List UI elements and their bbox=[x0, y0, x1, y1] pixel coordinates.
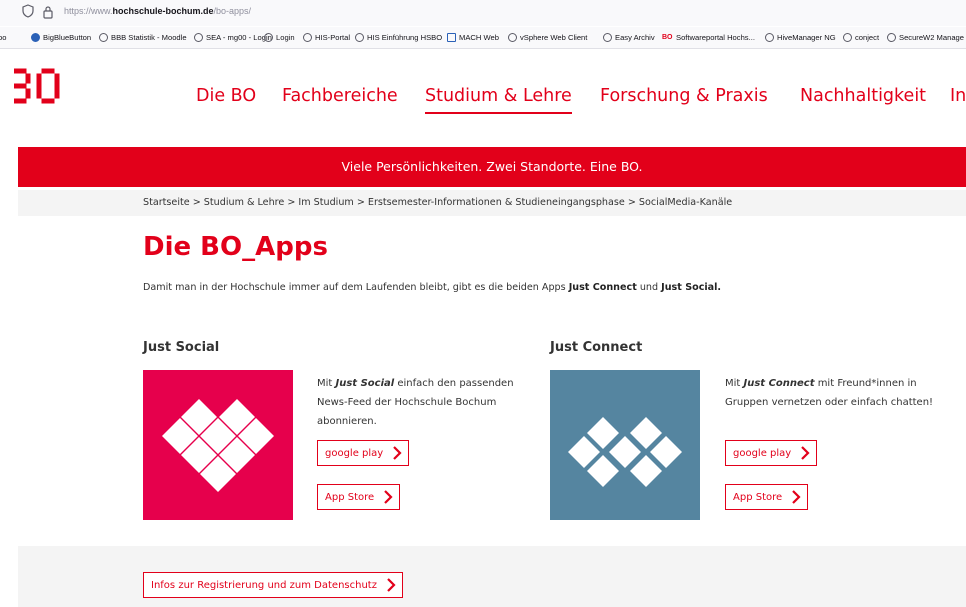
chevron-right-icon bbox=[801, 446, 810, 460]
just-connect-google-play-button[interactable]: google play bbox=[725, 440, 818, 466]
bookmarks-toolbar: bo BigBlueButton BBB Statistik - Moodle … bbox=[0, 27, 966, 49]
globe-icon bbox=[303, 33, 312, 42]
url-text[interactable]: https://www.hochschule-bochum.de/bo-apps… bbox=[64, 6, 251, 16]
app-heading-just-social: Just Social bbox=[143, 340, 220, 355]
just-social-app-icon bbox=[143, 370, 293, 520]
lock-icon[interactable] bbox=[42, 4, 54, 19]
globe-icon bbox=[603, 33, 612, 42]
just-connect-description: Mit Just Connect mit Freund*innen in Gru… bbox=[725, 378, 934, 408]
page-title: Die BO_Apps bbox=[143, 232, 328, 262]
bookmark-item[interactable]: conject bbox=[843, 33, 879, 42]
just-connect-app-icon bbox=[550, 370, 700, 520]
bookmark-item[interactable]: SEA - mg00 - Login bbox=[194, 33, 272, 42]
chevron-right-icon bbox=[384, 490, 393, 504]
just-connect-app-store-button[interactable]: App Store bbox=[725, 484, 809, 510]
globe-icon bbox=[765, 33, 774, 42]
bookmark-item[interactable]: BigBlueButton bbox=[31, 33, 91, 42]
chevron-right-icon bbox=[393, 446, 402, 460]
browser-url-bar[interactable]: https://www.hochschule-bochum.de/bo-apps… bbox=[0, 0, 966, 26]
bookmark-item[interactable]: HIS-Portal bbox=[303, 33, 350, 42]
intro-text: Damit man in der Hochschule immer auf de… bbox=[143, 282, 722, 293]
bookmark-item[interactable]: BO Softwareportal Hochs... bbox=[662, 33, 755, 42]
bookmark-item[interactable]: Easy Archiv bbox=[603, 33, 655, 42]
app-heading-just-connect: Just Connect bbox=[550, 340, 643, 355]
bookmark-item[interactable]: HIS Einführung HSBO bbox=[355, 33, 442, 42]
bookmark-item[interactable]: vSphere Web Client bbox=[508, 33, 587, 42]
globe-icon bbox=[508, 33, 517, 42]
tracking-shield-icon[interactable] bbox=[22, 4, 34, 21]
globe-icon bbox=[355, 33, 364, 42]
bookmark-item[interactable]: MACH Web bbox=[447, 33, 499, 42]
bookmark-item[interactable]: HiveManager NG bbox=[765, 33, 836, 42]
bbb-icon bbox=[31, 33, 40, 42]
nav-item-forschung-praxis[interactable]: Forschung & Praxis bbox=[600, 86, 768, 106]
bookmark-item[interactable]: Login bbox=[264, 33, 295, 42]
mach-icon bbox=[447, 33, 456, 42]
nav-item-studium-lehre[interactable]: Studium & Lehre bbox=[425, 86, 572, 114]
slogan-banner: Viele Persönlichkeiten. Zwei Standorte. … bbox=[18, 147, 966, 187]
nav-item-die-bo[interactable]: Die BO bbox=[196, 86, 256, 106]
globe-icon bbox=[264, 33, 273, 42]
globe-icon bbox=[887, 33, 896, 42]
breadcrumb[interactable]: Startseite > Studium & Lehre > Im Studiu… bbox=[143, 197, 732, 208]
nav-item-more[interactable]: In bbox=[950, 86, 966, 106]
bookmark-item[interactable]: BBB Statistik - Moodle bbox=[99, 33, 187, 42]
chevron-right-icon bbox=[387, 578, 396, 592]
bo-logo[interactable] bbox=[5, 68, 60, 104]
nav-item-nachhaltigkeit[interactable]: Nachhaltigkeit bbox=[800, 86, 926, 106]
globe-icon bbox=[194, 33, 203, 42]
bookmark-item[interactable]: SecureW2 Manage bbox=[887, 33, 964, 42]
bookmark-item[interactable]: bo bbox=[0, 33, 6, 42]
privacy-info-button[interactable]: Infos zur Registrierung und zum Datensch… bbox=[143, 572, 403, 598]
globe-icon bbox=[99, 33, 108, 42]
globe-icon bbox=[843, 33, 852, 42]
bo-icon: BO bbox=[662, 34, 673, 41]
just-social-description: Mit Just Social einfach den passenden Ne… bbox=[317, 378, 514, 427]
just-social-app-store-button[interactable]: App Store bbox=[317, 484, 401, 510]
just-social-google-play-button[interactable]: google play bbox=[317, 440, 410, 466]
chevron-right-icon bbox=[792, 490, 801, 504]
nav-item-fachbereiche[interactable]: Fachbereiche bbox=[282, 86, 398, 106]
